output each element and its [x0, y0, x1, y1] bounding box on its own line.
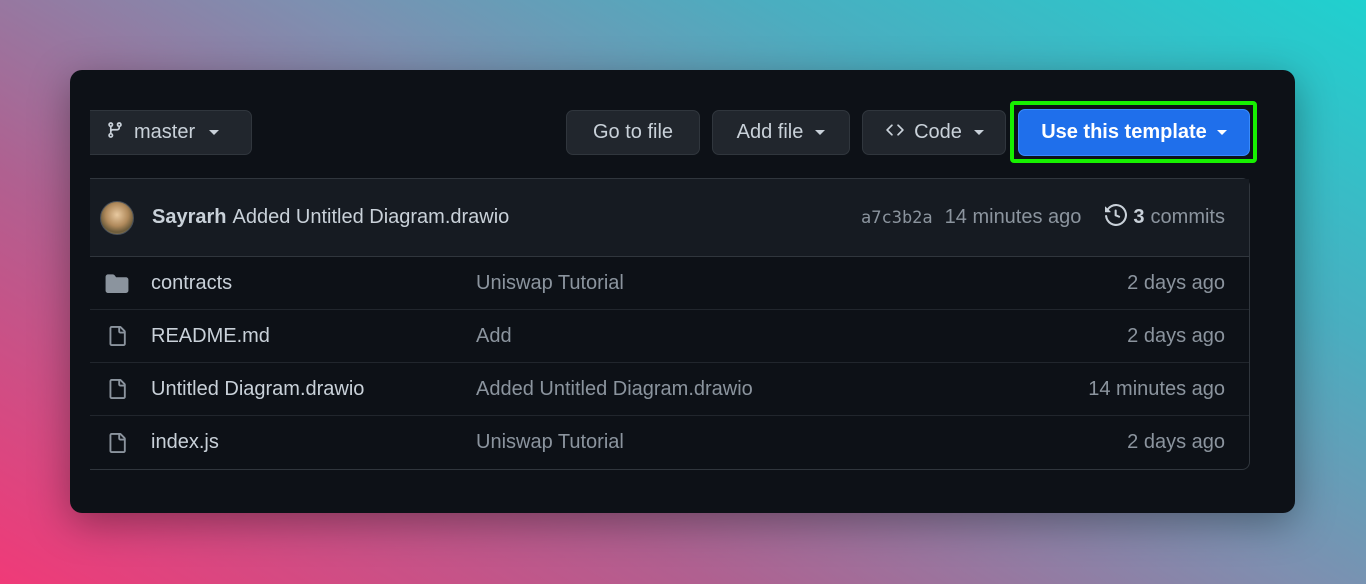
chevron-down-icon	[209, 130, 220, 135]
file-age: 14 minutes ago	[1088, 377, 1225, 400]
commits-label: commits	[1150, 206, 1225, 228]
file-browser: Sayrarh Added Untitled Diagram.drawio a7…	[90, 178, 1250, 470]
commit-sha[interactable]: a7c3b2a	[861, 208, 933, 228]
list-item[interactable]: index.js Uniswap Tutorial 2 days ago	[90, 416, 1249, 469]
commit-author[interactable]: Sayrarh	[152, 206, 227, 229]
list-item[interactable]: Untitled Diagram.drawio Added Untitled D…	[90, 363, 1249, 416]
code-button[interactable]: Code	[862, 110, 1006, 155]
branch-label: master	[134, 121, 196, 143]
chevron-down-icon	[973, 130, 984, 135]
file-age: 2 days ago	[1127, 271, 1225, 294]
use-this-template-button[interactable]: Use this template	[1018, 109, 1250, 156]
avatar[interactable]	[100, 200, 134, 235]
code-icon	[884, 121, 906, 145]
file-commit-message[interactable]: Add	[476, 325, 512, 348]
code-label: Code	[914, 121, 962, 143]
commits-history-link[interactable]: 3 commits	[1105, 203, 1225, 232]
add-file-label: Add file	[736, 121, 804, 143]
file-icon	[104, 377, 130, 401]
file-name[interactable]: contracts	[151, 272, 476, 295]
history-icon	[1105, 203, 1128, 232]
go-to-file-label: Go to file	[592, 121, 674, 143]
commit-message[interactable]: Added Untitled Diagram.drawio	[233, 206, 510, 229]
use-this-template-label: Use this template	[1041, 121, 1207, 143]
chevron-down-icon	[1216, 130, 1227, 135]
list-item[interactable]: README.md Add 2 days ago	[90, 310, 1249, 363]
add-file-button[interactable]: Add file	[712, 110, 850, 155]
latest-commit-bar: Sayrarh Added Untitled Diagram.drawio a7…	[90, 179, 1249, 257]
repo-panel: master Go to file Add file Code Use this…	[70, 70, 1295, 513]
list-item[interactable]: contracts Uniswap Tutorial 2 days ago	[90, 257, 1249, 310]
folder-icon	[104, 273, 130, 293]
file-icon	[104, 431, 130, 455]
file-name[interactable]: index.js	[151, 431, 476, 454]
chevron-down-icon	[815, 130, 826, 135]
file-age: 2 days ago	[1127, 324, 1225, 347]
file-name[interactable]: README.md	[151, 325, 476, 348]
git-branch-icon	[106, 120, 124, 146]
go-to-file-button[interactable]: Go to file	[566, 110, 700, 155]
commit-time: 14 minutes ago	[944, 206, 1082, 228]
file-icon	[104, 324, 130, 348]
file-name[interactable]: Untitled Diagram.drawio	[151, 378, 476, 401]
file-commit-message[interactable]: Added Untitled Diagram.drawio	[476, 378, 753, 401]
file-commit-message[interactable]: Uniswap Tutorial	[476, 272, 624, 295]
file-age: 2 days ago	[1127, 431, 1225, 453]
file-commit-message[interactable]: Uniswap Tutorial	[476, 431, 624, 454]
commit-count: 3	[1133, 206, 1145, 228]
branch-select-button[interactable]: master	[90, 110, 252, 155]
